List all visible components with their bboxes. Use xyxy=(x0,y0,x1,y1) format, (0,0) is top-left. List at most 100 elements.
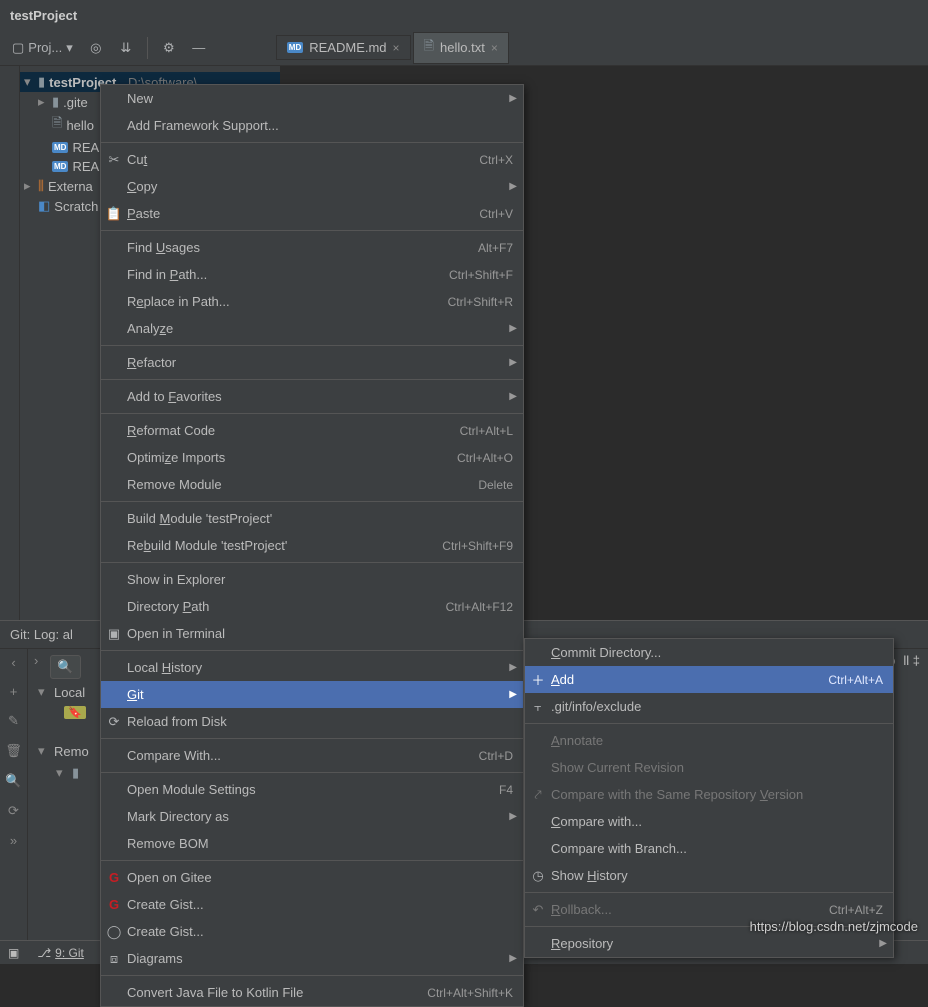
menu-item[interactable]: Compare With...Ctrl+D xyxy=(101,742,523,769)
project-dropdown[interactable]: ▢ Proj... ▾ xyxy=(6,35,79,61)
status-git[interactable]: ⎇9: Git xyxy=(37,946,84,960)
close-icon[interactable]: × xyxy=(491,41,498,55)
menu-item[interactable]: ＋AddCtrl+Alt+A xyxy=(525,666,893,693)
menu-item[interactable]: Find UsagesAlt+F7 xyxy=(101,234,523,261)
menu-separator xyxy=(101,738,523,739)
branch-icon: ⎇ xyxy=(37,946,51,960)
menu-item[interactable]: Open Module SettingsF4 xyxy=(101,776,523,803)
menu-item[interactable]: ✂CutCtrl+X xyxy=(101,146,523,173)
cut-icon: ✂ xyxy=(105,152,123,168)
menu-item[interactable]: Build Module 'testProject' xyxy=(101,505,523,532)
github-icon: ◯ xyxy=(105,924,123,940)
search-icon: 🔍 xyxy=(57,659,73,675)
menu-item[interactable]: Remove BOM xyxy=(101,830,523,857)
menu-item-label: Cut xyxy=(127,152,147,167)
sort-icon[interactable]: ll ‡ xyxy=(903,653,920,668)
menu-item[interactable]: Show Current Revision xyxy=(525,754,893,781)
menu-item-label: Optimize Imports xyxy=(127,450,225,465)
menu-shortcut: Ctrl+Alt+F12 xyxy=(446,600,513,614)
menu-shortcut: Ctrl+Shift+R xyxy=(448,295,513,309)
folder-icon: ▮ xyxy=(38,74,45,90)
menu-item[interactable]: Add Framework Support... xyxy=(101,112,523,139)
menu-item[interactable]: Mark Directory as▶ xyxy=(101,803,523,830)
title-bar: testProject xyxy=(0,0,928,30)
menu-item[interactable]: Add to Favorites▶ xyxy=(101,383,523,410)
context-menu[interactable]: New▶Add Framework Support...✂CutCtrl+XCo… xyxy=(100,84,524,1007)
menu-item[interactable]: GOpen on Gitee xyxy=(101,864,523,891)
markdown-icon: MD xyxy=(287,42,303,53)
collapse-icon[interactable]: ⇊ xyxy=(113,35,139,61)
menu-item-label: Annotate xyxy=(551,733,603,748)
compare-icon: ⤤ xyxy=(529,787,547,803)
menu-item[interactable]: Replace in Path...Ctrl+Shift+R xyxy=(101,288,523,315)
tab-readme[interactable]: MD README.md × xyxy=(276,35,411,60)
menu-item[interactable]: Convert Java File to Kotlin FileCtrl+Alt… xyxy=(101,979,523,1006)
menu-item[interactable]: Commit Directory... xyxy=(525,639,893,666)
key-icon[interactable]: ✎ xyxy=(8,713,19,729)
chevron-down-icon: ▾ xyxy=(38,684,48,700)
menu-item[interactable]: Find in Path...Ctrl+Shift+F xyxy=(101,261,523,288)
menu-shortcut: Ctrl+Alt+O xyxy=(457,451,513,465)
menu-item[interactable]: Directory PathCtrl+Alt+F12 xyxy=(101,593,523,620)
gitee-icon: G xyxy=(105,870,123,885)
menu-item[interactable]: ◷Show History xyxy=(525,862,893,889)
chevron-down-icon: ▾ xyxy=(24,74,34,90)
menu-item[interactable]: Copy▶ xyxy=(101,173,523,200)
menu-item[interactable]: Remove ModuleDelete xyxy=(101,471,523,498)
menu-item-label: Copy xyxy=(127,179,157,194)
menu-item-label: Repository xyxy=(551,936,613,951)
menu-item[interactable]: Rebuild Module 'testProject'Ctrl+Shift+F… xyxy=(101,532,523,559)
menu-shortcut: Ctrl+Alt+A xyxy=(828,673,883,687)
chevron-right-icon: ▶ xyxy=(509,662,517,673)
expand-icon[interactable]: ▣ xyxy=(8,946,19,960)
search-icon[interactable]: 🔍 xyxy=(5,773,21,789)
git-search-input[interactable]: 🔍 xyxy=(50,655,80,679)
chevron-right-icon: ▶ xyxy=(509,689,517,700)
plus-icon[interactable]: + xyxy=(10,684,18,699)
menu-item[interactable]: Local History ▶ xyxy=(101,654,523,681)
menu-item[interactable]: ⤤Compare with the Same Repository Versio… xyxy=(525,781,893,808)
menu-item-label: Local History xyxy=(127,660,202,675)
chevron-right-icon: ▶ xyxy=(509,323,517,334)
reload-icon: ⟳ xyxy=(105,714,123,730)
minimize-icon[interactable]: — xyxy=(186,35,212,61)
menu-item-label: Show in Explorer xyxy=(127,572,225,587)
menu-item-label: Create Gist... xyxy=(127,924,204,939)
menu-shortcut: Ctrl+Alt+Z xyxy=(829,903,883,917)
menu-item[interactable]: Analyze▶ xyxy=(101,315,523,342)
menu-item[interactable]: Show in Explorer xyxy=(101,566,523,593)
back-icon[interactable]: ‹ xyxy=(11,655,15,670)
menu-item[interactable]: GCreate Gist... xyxy=(101,891,523,918)
menu-separator xyxy=(101,860,523,861)
git-submenu[interactable]: Commit Directory...＋AddCtrl+Alt+A⫟.git/i… xyxy=(524,638,894,958)
menu-shortcut: Ctrl+Alt+L xyxy=(460,424,513,438)
close-icon[interactable]: × xyxy=(393,41,400,55)
menu-item[interactable]: Compare with Branch... xyxy=(525,835,893,862)
menu-item[interactable]: ⟳Reload from Disk xyxy=(101,708,523,735)
menu-item[interactable]: Compare with... xyxy=(525,808,893,835)
window-icon: ▢ xyxy=(12,40,24,56)
menu-item[interactable]: ⧈Diagrams▶ xyxy=(101,945,523,972)
menu-item[interactable]: Refactor▶ xyxy=(101,349,523,376)
menu-item-label: Mark Directory as xyxy=(127,809,229,824)
forward-icon[interactable]: › xyxy=(34,653,38,681)
menu-item[interactable]: Repository▶ xyxy=(525,930,893,957)
menu-item[interactable]: Reformat CodeCtrl+Alt+L xyxy=(101,417,523,444)
menu-item[interactable]: 📋PasteCtrl+V xyxy=(101,200,523,227)
menu-item[interactable]: Optimize Imports Ctrl+Alt+O xyxy=(101,444,523,471)
menu-item[interactable]: Annotate xyxy=(525,727,893,754)
menu-item[interactable]: Git▶ xyxy=(101,681,523,708)
trash-icon[interactable]: 🗑 xyxy=(5,743,22,759)
target-icon[interactable]: ◎ xyxy=(83,35,109,61)
gear-icon[interactable]: ⚙ xyxy=(156,35,182,61)
refresh-icon[interactable]: ⟳ xyxy=(8,803,19,819)
expand-icon[interactable]: » xyxy=(10,833,17,848)
tab-hello[interactable]: 🗎 hello.txt × xyxy=(413,32,509,64)
menu-separator xyxy=(101,562,523,563)
menu-item[interactable]: ⫟.git/info/exclude xyxy=(525,693,893,720)
menu-item[interactable]: New▶ xyxy=(101,85,523,112)
chevron-down-icon: ▾ xyxy=(66,40,73,56)
menu-item[interactable]: ◯ Create Gist... xyxy=(101,918,523,945)
menu-item[interactable]: ▣Open in Terminal xyxy=(101,620,523,647)
menu-item-label: Open in Terminal xyxy=(127,626,225,641)
